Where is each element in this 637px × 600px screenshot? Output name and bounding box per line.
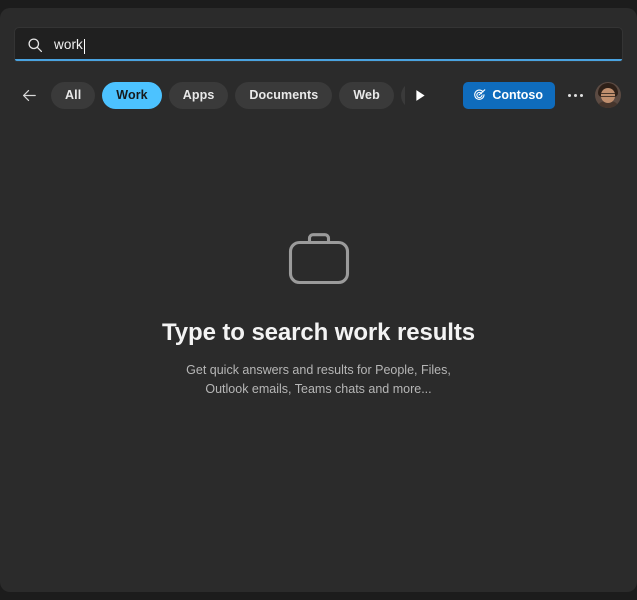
filter-bar: All Work Apps Documents Web Settings Peo… [14,76,623,114]
ellipsis-icon-dot [573,93,577,97]
filter-chip-work[interactable]: Work [102,81,162,109]
ellipsis-icon-dot [567,93,571,97]
search-input-value: work [54,36,83,52]
tenant-switch-button[interactable]: Contoso [463,81,555,109]
avatar-glasses [601,93,615,97]
empty-state: Type to search work results Get quick an… [0,223,637,400]
filter-chip-documents[interactable]: Documents [235,81,333,109]
header-actions: Contoso [463,81,623,109]
text-caret [83,39,85,54]
search-input[interactable]: work [14,27,623,62]
filter-chip-apps[interactable]: Apps [168,81,229,109]
avatar[interactable] [595,82,621,108]
empty-state-subtitle: Get quick answers and results for People… [186,363,451,397]
scroll-forward-button[interactable] [407,80,433,110]
play-triangle-icon [415,89,426,102]
briefcase-icon [281,223,357,295]
filter-chip-web[interactable]: Web [339,81,394,109]
search-icon [27,37,43,53]
back-button[interactable] [14,80,44,110]
filter-chip-all[interactable]: All [51,81,96,109]
tenant-label: Contoso [492,88,543,102]
page-title: Type to search work results [162,319,475,346]
search-bar: work [14,27,623,62]
arrow-left-icon [20,86,39,105]
filter-chip-settings[interactable]: Settings [400,81,405,109]
more-options-button[interactable] [561,82,589,109]
filter-chips-list: All Work Apps Documents Web Settings Peo… [48,76,405,114]
search-window: work All Work Apps Documents Web Setting… [0,8,637,592]
copilot-swirl-icon [472,88,486,102]
filter-chips-scroll-area[interactable]: All Work Apps Documents Web Settings Peo… [48,76,405,114]
ellipsis-icon-dot [579,93,583,97]
